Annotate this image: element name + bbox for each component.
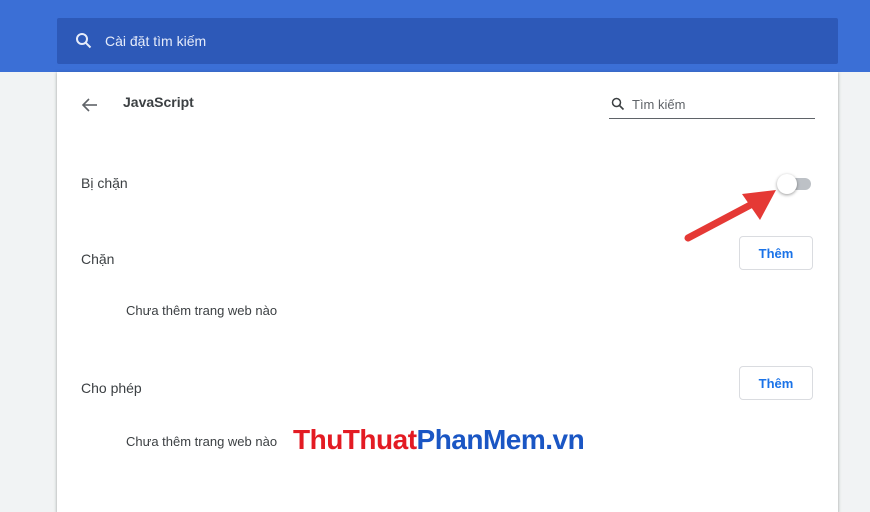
top-bar: Cài đặt tìm kiếm <box>0 0 870 72</box>
toggle-knob <box>777 174 797 194</box>
site-search-input[interactable]: Tìm kiếm <box>609 90 815 119</box>
watermark-logo: ThuThuatPhanMem.vn <box>293 424 585 456</box>
red-annotation-arrow-icon <box>684 190 776 242</box>
search-icon <box>611 97 625 111</box>
settings-search-box[interactable]: Cài đặt tìm kiếm <box>57 18 838 64</box>
allow-add-button[interactable]: Thêm <box>739 366 813 400</box>
blocked-setting-label: Bị chặn <box>81 175 128 191</box>
allow-empty-text: Chưa thêm trang web nào <box>126 434 278 449</box>
blocked-toggle[interactable] <box>777 174 811 194</box>
search-icon <box>76 33 92 49</box>
watermark-part2: PhanMem.vn <box>416 424 585 455</box>
watermark-part1: ThuThuat <box>293 424 417 455</box>
back-arrow-icon[interactable] <box>81 96 99 114</box>
block-empty-text: Chưa thêm trang web nào <box>126 303 278 318</box>
block-section-heading: Chặn <box>81 251 115 267</box>
site-search-placeholder: Tìm kiếm <box>632 96 686 112</box>
page-title: JavaScript <box>123 94 194 110</box>
settings-search-placeholder: Cài đặt tìm kiếm <box>105 33 207 49</box>
allow-section-heading: Cho phép <box>81 380 142 396</box>
